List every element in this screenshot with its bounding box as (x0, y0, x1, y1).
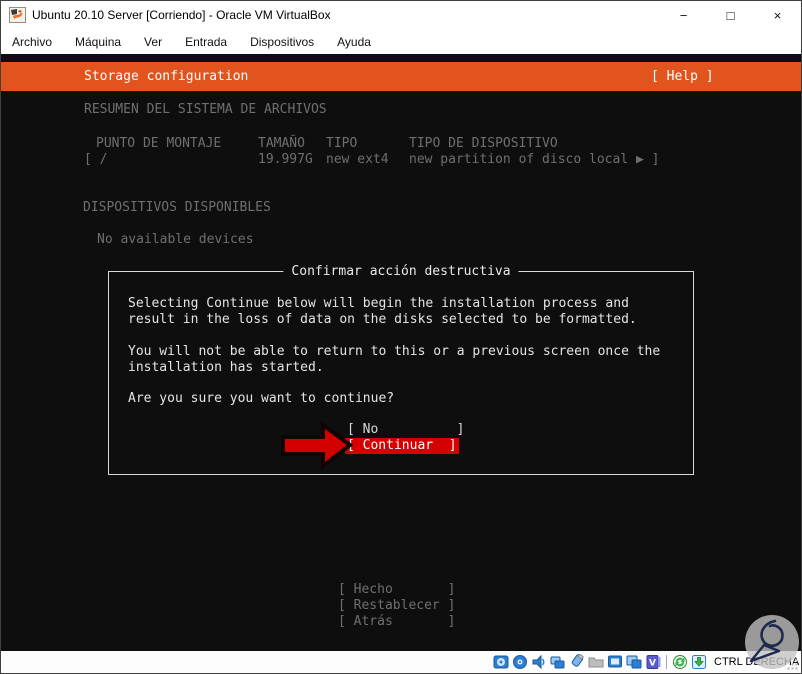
menu-ver[interactable]: Ver (135, 31, 171, 53)
keyboard-capture-icon[interactable] (691, 654, 707, 670)
menubar: Archivo Máquina Ver Entrada Dispositivos… (1, 29, 801, 54)
row-mount-point: [ / (84, 152, 108, 167)
red-arrow-annotation (281, 421, 354, 471)
vm-display: Storage configuration [ Help ] RESUMEN D… (1, 54, 801, 653)
dialog-text-line: Selecting Continue below will begin the … (128, 296, 629, 311)
menu-entrada[interactable]: Entrada (176, 31, 236, 53)
shared-folders-icon[interactable] (588, 654, 604, 670)
menu-maquina[interactable]: Máquina (66, 31, 130, 53)
menu-archivo[interactable]: Archivo (3, 31, 61, 53)
help-button[interactable]: [ Help ] (651, 62, 714, 91)
dialog-text-line: result in the loss of data on the disks … (128, 312, 637, 327)
titlebar: Ubuntu 20.10 Server [Corriendo] - Oracle… (1, 1, 801, 29)
col-mount-point: PUNTO DE MONTAJE (96, 136, 222, 151)
col-type: TIPO (326, 136, 358, 151)
dialog-text-line: You will not be able to return to this o… (128, 344, 661, 359)
reset-button[interactable]: [ Restablecer ] (338, 598, 455, 614)
virtualbox-vm-icon (9, 7, 26, 23)
dialog-text-line: Are you sure you want to continue? (128, 391, 395, 406)
back-button[interactable]: [ Atrás ] (338, 614, 455, 630)
menu-ayuda[interactable]: Ayuda (328, 31, 380, 53)
menu-dispositivos[interactable]: Dispositivos (241, 31, 323, 53)
dialog-title: Confirmar acción destructiva (283, 264, 519, 279)
col-device-type: TIPO DE DISPOSITIVO (409, 136, 558, 151)
row-size: 19.997G (258, 152, 313, 167)
filesystem-summary-heading: RESUMEN DEL SISTEMA DE ARCHIVOS (84, 102, 327, 117)
optical-disc-icon[interactable] (512, 654, 528, 670)
audio-icon[interactable] (531, 654, 547, 670)
confirm-dialog: Confirmar acción destructiva Selecting C… (108, 264, 694, 475)
col-size: TAMAÑO (258, 136, 305, 151)
minimize-button[interactable]: − (660, 1, 707, 29)
available-devices-heading: DISPOSITIVOS DISPONIBLES (83, 200, 271, 215)
installer-screen-title: Storage configuration (84, 69, 249, 84)
virtualbox-window: Ubuntu 20.10 Server [Corriendo] - Oracle… (0, 0, 802, 674)
maximize-button[interactable]: □ (707, 1, 754, 29)
usb-icon[interactable] (569, 654, 585, 670)
done-button[interactable]: [ Hecho ] (338, 582, 455, 598)
resize-grip[interactable] (786, 658, 799, 671)
continue-button[interactable]: [ Continuar ] (345, 438, 459, 454)
installer-header-bar: Storage configuration [ Help ] (1, 62, 801, 91)
features-chip-icon[interactable]: V (645, 654, 661, 670)
hard-disk-icon[interactable] (493, 654, 509, 670)
recording-icon[interactable] (626, 654, 642, 670)
network-icon[interactable] (550, 654, 566, 670)
mouse-integration-icon[interactable] (672, 654, 688, 670)
statusbar: V CTRL DERECHA (1, 651, 801, 673)
svg-text:V: V (649, 659, 656, 669)
window-title: Ubuntu 20.10 Server [Corriendo] - Oracle… (32, 8, 331, 22)
display-icon[interactable] (607, 654, 623, 670)
statusbar-separator (666, 655, 667, 669)
row-type: new ext4 (326, 152, 389, 167)
no-button[interactable]: [ No ] (347, 422, 464, 438)
close-button[interactable]: × (754, 1, 801, 29)
dialog-text-line: installation has started. (128, 360, 324, 375)
row-device: new partition of disco local ▶ ] (409, 152, 660, 167)
no-devices-text: No available devices (97, 232, 254, 247)
